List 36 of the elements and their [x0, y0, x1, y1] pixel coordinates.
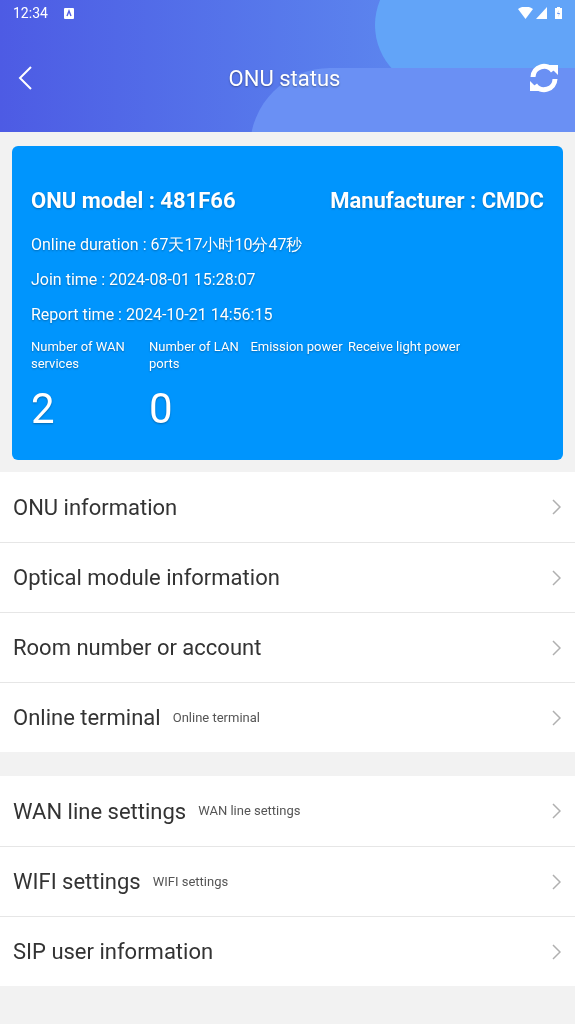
chevron-icon	[552, 873, 561, 890]
info-line: Report time : 2024-10-21 14:56:15	[31, 304, 274, 326]
stat-value: 2	[31, 384, 55, 434]
row-subtitle: Online terminal	[172, 708, 260, 727]
notification-icon	[63, 7, 74, 19]
row-title: Optical module information	[13, 564, 280, 592]
row-title: WIFI settings	[13, 868, 141, 896]
chevron-icon	[552, 803, 561, 819]
model-label: ONU model : 481F66	[31, 187, 236, 215]
stat-label: Number of WAN services	[31, 338, 126, 372]
refresh-icon	[528, 62, 560, 94]
info-line: Online duration : 67天17小时10分47秒	[31, 234, 304, 256]
chevron-icon	[552, 499, 561, 515]
row-subtitle: WAN line settings	[198, 802, 301, 821]
chevron-icon	[552, 709, 561, 726]
row-title: Online terminal	[13, 704, 161, 732]
wifi-icon	[518, 7, 533, 19]
row-subtitle: WIFI settings	[152, 872, 229, 891]
chevron-icon	[552, 639, 561, 656]
chevron-icon	[552, 569, 561, 586]
manufacturer-label: Manufacturer : CMDC	[330, 187, 544, 215]
row-title: ONU information	[13, 493, 178, 522]
battery-icon	[555, 7, 562, 19]
signal-icon	[536, 7, 547, 19]
stat-label: Number of LAN ports	[149, 338, 240, 372]
row-title: WAN line settings	[13, 797, 187, 826]
status-time: 12:34	[13, 3, 48, 23]
stat-value: 0	[149, 384, 173, 434]
row-title: Room number or account	[13, 634, 262, 662]
chevron-icon	[552, 943, 561, 960]
info-line: Join time : 2024-08-01 15:28:07	[31, 269, 257, 291]
row-title: SIP user information	[13, 938, 214, 966]
stat-label: Emission power	[249, 338, 344, 355]
stat-label: Receive light power	[348, 338, 462, 355]
screen-title: ONU status	[227, 64, 342, 93]
back-icon	[18, 66, 32, 90]
